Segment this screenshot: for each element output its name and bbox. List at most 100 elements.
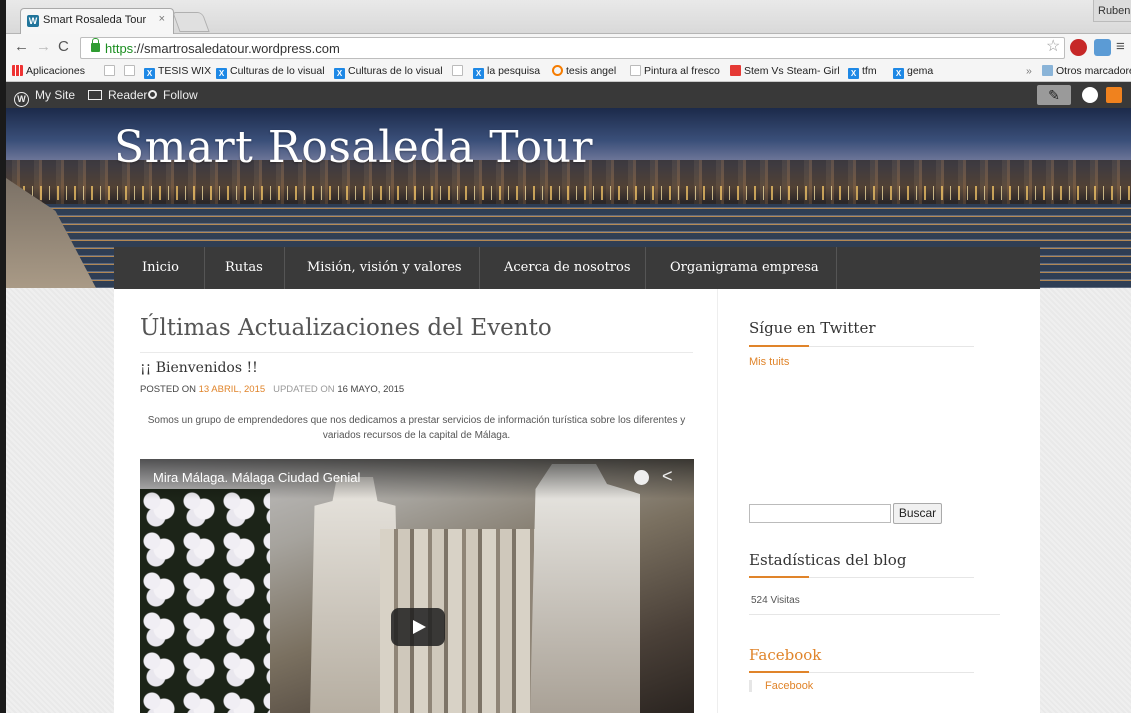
posted-on-label: POSTED ON <box>140 384 196 395</box>
notifications-icon[interactable] <box>1106 87 1122 103</box>
wordpress-logo-icon: W <box>14 92 29 107</box>
play-button[interactable] <box>391 608 445 646</box>
apps-icon <box>12 65 23 76</box>
folder-icon <box>1042 65 1053 76</box>
bookmark-page-1[interactable] <box>104 65 118 77</box>
bookmark-star-icon[interactable]: ☆ <box>1046 36 1060 56</box>
bookmark-gema[interactable]: Xgema <box>893 65 933 79</box>
nav-item-inicio[interactable]: Inicio <box>142 247 179 289</box>
search-input[interactable] <box>749 504 891 523</box>
bookmarks-bar: Aplicaciones X TESIS WIX X Culturas de lo … <box>6 62 1131 82</box>
bookmark-tesis-wix[interactable]: X TESIS WIX <box>144 65 211 79</box>
bookmark-la-pesquisa[interactable]: Xla pesquisa <box>473 65 540 79</box>
bookmark-culturas-2[interactable]: X Culturas de lo visual <box>334 65 443 79</box>
nav-item-rutas[interactable]: Rutas <box>225 247 263 289</box>
content-area: Últimas Actualizaciones del Evento ¡¡ Bi… <box>114 289 1040 713</box>
posted-on-date-link[interactable]: 13 ABRIL, 2015 <box>199 384 266 395</box>
page-icon <box>452 65 463 76</box>
nav-divider <box>836 247 837 289</box>
bookmark-tesis-angel[interactable]: tesis angel <box>552 65 616 77</box>
browser-tab[interactable]: W Smart Rosaleda Tour × <box>20 8 174 34</box>
x-icon: X <box>144 68 155 79</box>
address-bar[interactable]: https://smartrosaledatour.wordpress.com <box>80 37 1065 59</box>
video-flowers <box>140 489 270 713</box>
title-divider <box>140 352 693 353</box>
facebook-link[interactable]: Facebook <box>749 680 813 692</box>
video-cathedral-tower-right <box>530 464 640 713</box>
nav-divider <box>645 247 646 289</box>
nav-divider <box>284 247 285 289</box>
bookmark-tfm[interactable]: Xtfm <box>848 65 877 79</box>
page-title: Últimas Actualizaciones del Evento <box>140 315 552 341</box>
reader-icon <box>88 90 102 100</box>
bookmark-aplicaciones[interactable]: Aplicaciones <box>12 65 85 77</box>
write-post-button[interactable]: ✎ <box>1037 85 1071 105</box>
post-excerpt: Somos un grupo de emprendedores que nos … <box>147 415 686 441</box>
post-title[interactable]: ¡¡ Bienvenidos !! <box>140 360 258 376</box>
post-meta: POSTED ON 13 ABRIL, 2015 UPDATED ON 16 M… <box>140 384 404 395</box>
youtube-video-embed[interactable]: Mira Málaga. Málaga Ciudad Genial < <box>140 459 694 713</box>
x-icon: X <box>334 68 345 79</box>
nav-item-mision[interactable]: Misión, visión y valores <box>307 247 462 289</box>
twitter-link[interactable]: Mis tuits <box>749 356 789 368</box>
follow-icon <box>148 90 157 99</box>
facebook-widget-title[interactable]: Facebook <box>749 646 821 664</box>
accent-bar <box>749 576 809 578</box>
stats-divider <box>749 614 1000 615</box>
updated-on-label: UPDATED ON <box>273 384 335 395</box>
menu-icon[interactable]: ≡ <box>1116 38 1125 55</box>
page-icon <box>124 65 135 76</box>
bookmarks-overflow-icon[interactable]: » <box>1026 65 1032 77</box>
video-title[interactable]: Mira Málaga. Málaga Ciudad Genial <box>153 470 360 485</box>
x-icon: X <box>473 68 484 79</box>
accent-bar <box>749 345 809 347</box>
my-site-link[interactable]: W My Site <box>14 88 75 107</box>
reader-link[interactable]: Reader <box>88 88 147 102</box>
url-text: https://smartrosaledatour.wordpress.com <box>105 41 340 56</box>
avatar[interactable] <box>1082 87 1098 103</box>
bookmark-pintura[interactable]: Pintura al fresco <box>630 65 720 77</box>
browser-toolbar: ← → C https://smartrosaledatour.wordpres… <box>6 34 1131 62</box>
ring-icon <box>552 65 563 76</box>
adblock-extension-icon[interactable] <box>1070 39 1087 56</box>
main-navigation: Inicio Rutas Misión, visión y valores Ac… <box>114 247 1040 289</box>
widget-underline <box>749 671 974 673</box>
forward-icon[interactable]: → <box>36 39 51 55</box>
page-icon <box>104 65 115 76</box>
browser-window: W Smart Rosaleda Tour × Ruben ← → C http… <box>0 0 1131 713</box>
updated-on-date: 16 MAYO, 2015 <box>337 384 405 395</box>
nav-item-acerca[interactable]: Acerca de nosotros <box>504 247 631 289</box>
twitter-widget-title: Sígue en Twitter <box>749 319 876 337</box>
x-icon: X <box>893 68 904 79</box>
bookmark-page-2[interactable] <box>124 65 138 77</box>
tab-title: Smart Rosaleda Tour <box>43 14 147 26</box>
accent-bar <box>749 671 809 673</box>
visit-count: 524 Visitas <box>751 595 800 606</box>
close-tab-icon[interactable]: × <box>159 13 165 25</box>
other-bookmarks-folder[interactable]: Otros marcadores <box>1042 65 1131 77</box>
bookmark-page-3[interactable] <box>452 65 466 77</box>
city-lights <box>6 186 1131 200</box>
p-icon <box>730 65 741 76</box>
page-body: Smart Rosaleda Tour Inicio Rutas Misión,… <box>6 108 1131 713</box>
extension-icon[interactable] <box>1094 39 1111 56</box>
share-icon[interactable]: < <box>662 466 673 487</box>
wordpress-favicon-icon: W <box>27 15 39 27</box>
search-button[interactable]: Buscar <box>893 503 942 524</box>
reload-icon[interactable]: C <box>58 39 69 55</box>
column-divider <box>717 289 718 713</box>
nav-divider <box>204 247 205 289</box>
nav-divider <box>479 247 480 289</box>
bookmark-culturas-1[interactable]: X Culturas de lo visual <box>216 65 325 79</box>
new-tab-button[interactable] <box>172 12 210 32</box>
site-title[interactable]: Smart Rosaleda Tour <box>114 122 593 173</box>
widget-underline <box>749 576 974 578</box>
nav-item-organigrama[interactable]: Organigrama empresa <box>670 247 819 289</box>
profile-button[interactable]: Ruben <box>1093 0 1131 22</box>
bookmark-stem[interactable]: Stem Vs Steam- Girl <box>730 65 840 77</box>
watch-later-icon[interactable] <box>634 470 649 485</box>
x-icon: X <box>216 68 227 79</box>
follow-link[interactable]: Follow <box>148 88 198 102</box>
stats-widget-title: Estadísticas del blog <box>749 551 907 569</box>
back-icon[interactable]: ← <box>14 39 29 55</box>
